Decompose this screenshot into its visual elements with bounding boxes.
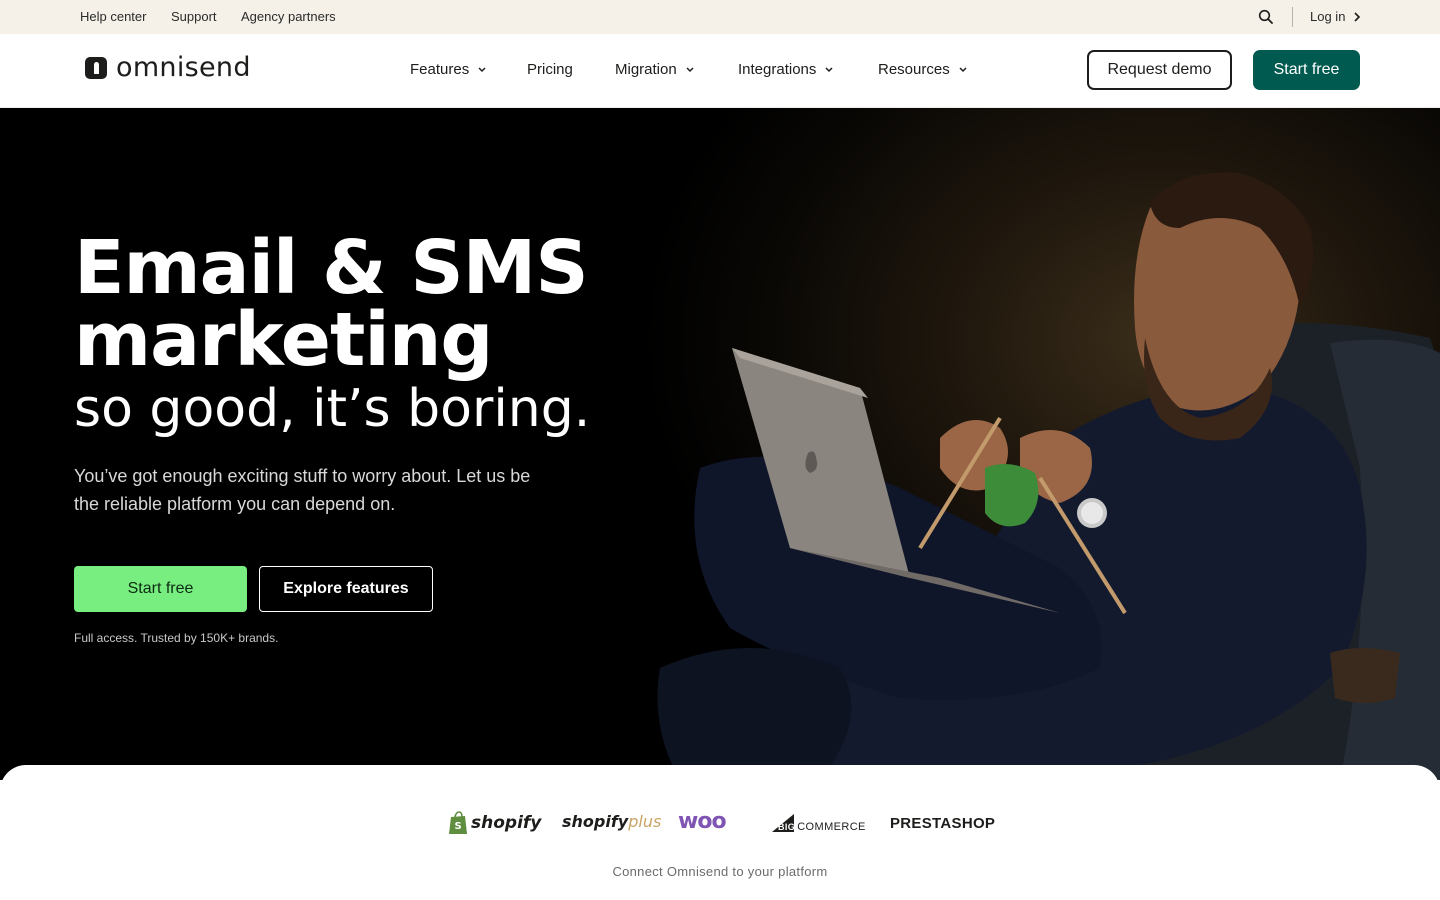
shopify-bag-icon: S xyxy=(449,811,467,834)
utility-divider xyxy=(1292,7,1293,27)
search-icon[interactable] xyxy=(1258,9,1274,25)
help-center-link[interactable]: Help center xyxy=(80,9,146,24)
chevron-right-icon xyxy=(1354,12,1361,22)
chevron-down-icon xyxy=(825,66,833,72)
log-in-link[interactable]: Log in xyxy=(1310,9,1345,24)
nav-item-pricing[interactable]: Pricing xyxy=(527,61,573,78)
chevron-down-icon xyxy=(478,66,486,72)
support-link[interactable]: Support xyxy=(171,9,217,24)
nav-item-label: Migration xyxy=(615,61,677,78)
svg-text:S: S xyxy=(455,821,462,832)
nav-item-label: Resources xyxy=(878,61,950,78)
shopify-plus-logo[interactable]: shopify plus xyxy=(562,812,661,831)
hero-section: Email & SMS marketing so good, it’s bori… xyxy=(0,108,1440,780)
agency-partners-link[interactable]: Agency partners xyxy=(241,9,336,24)
shopify-logo[interactable]: S shopify xyxy=(448,811,541,835)
hero-subtitle: so good, it’s boring. xyxy=(74,379,591,439)
nav-item-resources[interactable]: Resources xyxy=(878,61,968,78)
platform-logos-strip: S shopify shopify plus woo BIG COMMERCE … xyxy=(0,765,1440,900)
shopify-plus-wordmark-a: shopify xyxy=(562,812,629,831)
shopify-plus-wordmark-b: plus xyxy=(628,812,662,831)
woo-wordmark: woo xyxy=(678,809,727,834)
hero-photo-man-knitting xyxy=(657,172,1440,780)
omnisend-logo-icon[interactable] xyxy=(85,57,107,79)
utility-bar: Help center Support Agency partners Log … xyxy=(0,0,1440,34)
hero-description: You’ve got enough exciting stuff to worr… xyxy=(74,466,531,514)
nav-item-label: Pricing xyxy=(527,61,573,78)
nav-item-label: Features xyxy=(410,61,470,78)
hero-title-line-2: marketing xyxy=(74,297,493,383)
prestashop-wordmark: PRESTASHOP xyxy=(890,815,996,832)
logo-text[interactable]: omnisend xyxy=(116,52,251,83)
nav-item-migration[interactable]: Migration xyxy=(615,61,695,78)
bigcommerce-big: BIG xyxy=(778,822,796,832)
main-navigation: omnisend Features Pricing Migration Inte… xyxy=(0,34,1440,108)
request-demo-button[interactable]: Request demo xyxy=(1087,50,1232,90)
nav-item-features[interactable]: Features xyxy=(410,61,487,78)
connect-platform-caption: Connect Omnisend to your platform xyxy=(612,864,828,879)
shopify-wordmark: shopify xyxy=(471,813,542,833)
bigcommerce-commerce: COMMERCE xyxy=(797,821,866,833)
trust-note: Full access. Trusted by 150K+ brands. xyxy=(74,631,279,645)
start-free-nav-button[interactable]: Start free xyxy=(1253,50,1360,90)
prestashop-logo[interactable]: PRESTASHOP xyxy=(890,815,995,832)
chevron-down-icon xyxy=(686,66,694,72)
nav-item-integrations[interactable]: Integrations xyxy=(738,61,834,78)
bigcommerce-logo[interactable]: BIG COMMERCE xyxy=(770,813,866,833)
hero-start-free-button[interactable]: Start free xyxy=(74,566,247,612)
hero-heading: Email & SMS marketing xyxy=(74,231,589,377)
explore-features-button[interactable]: Explore features xyxy=(259,566,433,612)
chevron-down-icon xyxy=(959,66,967,72)
nav-item-label: Integrations xyxy=(738,61,817,78)
woocommerce-logo[interactable]: woo xyxy=(678,809,727,834)
